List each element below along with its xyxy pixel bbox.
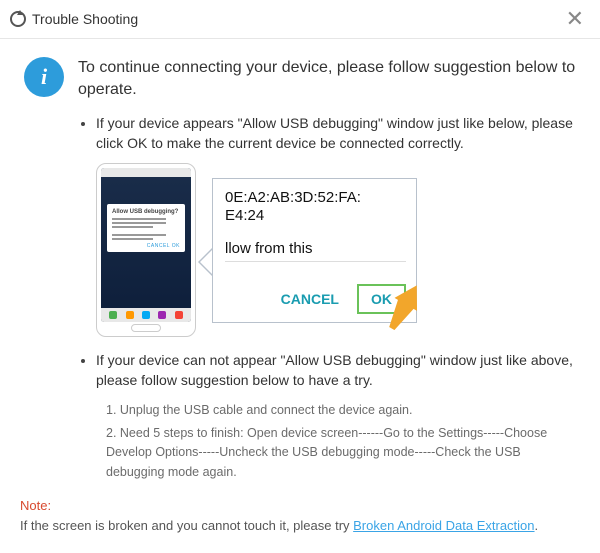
usb-dialog-zoom: 0E:A2:AB:3D:52:FA: E4:24 llow from this … [212,178,417,324]
close-icon[interactable]: ✕ [562,8,588,30]
phone-usb-dialog: Allow USB debugging? CANCEL OK [107,204,185,252]
suggestion-list: If your device appears "Allow USB debugg… [78,114,576,482]
illustration: Allow USB debugging? CANCEL OK [96,163,576,337]
list-item: If your device appears "Allow USB debugg… [96,114,576,337]
title-left: Trouble Shooting [10,11,138,27]
window-title: Trouble Shooting [32,11,138,27]
broken-android-link[interactable]: Broken Android Data Extraction [353,518,534,533]
suggestion-text-1: If your device appears "Allow USB debugg… [96,114,576,153]
phone-statusbar [101,168,191,177]
note-label: Note: [20,498,51,513]
steps-block: 1. Unplug the USB cable and connect the … [96,401,576,483]
callout-pointer-icon [198,248,212,276]
phone-dialog-title: Allow USB debugging? [112,209,180,215]
step-2: 2. Need 5 steps to finish: Open device s… [106,424,576,482]
note-after: . [535,518,539,533]
allow-from-text: llow from this [225,240,406,257]
titlebar: Trouble Shooting ✕ [0,0,600,39]
dialog-button-row: CANCEL OK [225,284,406,314]
list-item: If your device can not appear "Allow USB… [96,351,576,482]
step-1: 1. Unplug the USB cable and connect the … [106,401,576,420]
content-column: To continue connecting your device, plea… [78,57,576,494]
main-content: i To continue connecting your device, pl… [0,39,600,494]
fingerprint-line1: 0E:A2:AB:3D:52:FA: [225,189,406,208]
divider [225,261,406,262]
lead-text: To continue connecting your device, plea… [78,57,576,100]
footer-note: Note: If the screen is broken and you ca… [20,496,580,535]
callout-wrap: 0E:A2:AB:3D:52:FA: E4:24 llow from this … [212,178,417,324]
phone-dialog-buttons: CANCEL OK [112,243,180,249]
cancel-button: CANCEL [281,291,339,307]
suggestion-text-2: If your device can not appear "Allow USB… [96,351,576,390]
phone-dock [101,308,191,322]
fingerprint-line2: E4:24 [225,207,406,226]
info-icon: i [24,57,64,97]
note-text: If the screen is broken and you cannot t… [20,518,353,533]
phone-mockup: Allow USB debugging? CANCEL OK [96,163,196,337]
phone-screen: Allow USB debugging? CANCEL OK [101,168,191,322]
refresh-icon [10,11,26,27]
